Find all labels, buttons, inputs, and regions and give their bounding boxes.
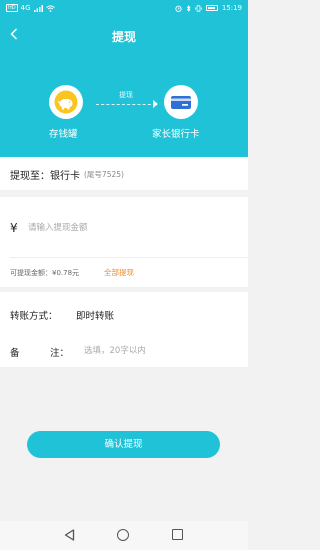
navbar: 提现 [0, 22, 248, 48]
transfer-info-card: 转账方式： 即时转账 备 注： [0, 292, 248, 367]
withdraw-all-link[interactable]: 全部提现 [104, 267, 134, 278]
signal-icon [33, 4, 43, 12]
amount-card: ¥ 可提现金额：¥0.78元 全部提现 [0, 197, 248, 287]
amount-input[interactable] [28, 219, 228, 237]
alarm-icon [175, 5, 182, 12]
destination-row[interactable]: 提现至：银行卡 (尾号7525) [0, 157, 248, 190]
battery-icon [205, 5, 218, 11]
nav-recent-apps-icon[interactable] [172, 529, 183, 540]
target-label: 家长银行卡 [152, 129, 200, 140]
hd-badge: HD [6, 4, 18, 12]
destination-label: 提现至：银行卡 [10, 171, 80, 182]
source-label: 存钱罐 [49, 129, 78, 140]
arrow-head-icon [153, 100, 158, 108]
system-nav-bar [0, 521, 248, 550]
signal-text: 4G [20, 4, 31, 12]
piggy-bank-node [49, 85, 83, 119]
transfer-method-value: 即时转账 [76, 311, 115, 322]
hero-banner: HD 4G 15:19 提现 存钱罐 提现 家长银行卡 [0, 0, 248, 157]
transfer-method-label: 转账方式： [10, 311, 58, 322]
wifi-icon [45, 4, 55, 12]
currency-symbol: ¥ [10, 221, 18, 235]
piggy-bank-icon [54, 90, 78, 114]
arrow-line [96, 104, 156, 105]
vibrate-icon [195, 4, 202, 12]
bank-card-node [164, 85, 198, 119]
flow-arrow: 提现 [96, 90, 158, 114]
status-right: 15:19 [175, 4, 242, 12]
amount-divider [10, 257, 248, 258]
card-tail: (尾号7525) [84, 170, 124, 179]
remark-input[interactable] [84, 343, 234, 359]
arrow-label: 提现 [119, 91, 133, 99]
status-left: HD 4G [6, 4, 55, 12]
available-amount: 可提现金额：¥0.78元 [10, 269, 80, 277]
nav-back-icon[interactable] [64, 529, 75, 541]
page-title: 提现 [111, 30, 136, 44]
status-bar: HD 4G 15:19 [0, 0, 248, 18]
bluetooth-icon [186, 4, 191, 12]
nav-home-icon[interactable] [117, 529, 129, 541]
confirm-withdraw-button[interactable]: 确认提现 [27, 431, 220, 458]
bank-card-icon [171, 96, 191, 109]
status-time: 15:19 [221, 4, 242, 12]
remark-label-second: 注： [50, 348, 70, 359]
remark-label-first: 备 [10, 348, 20, 359]
